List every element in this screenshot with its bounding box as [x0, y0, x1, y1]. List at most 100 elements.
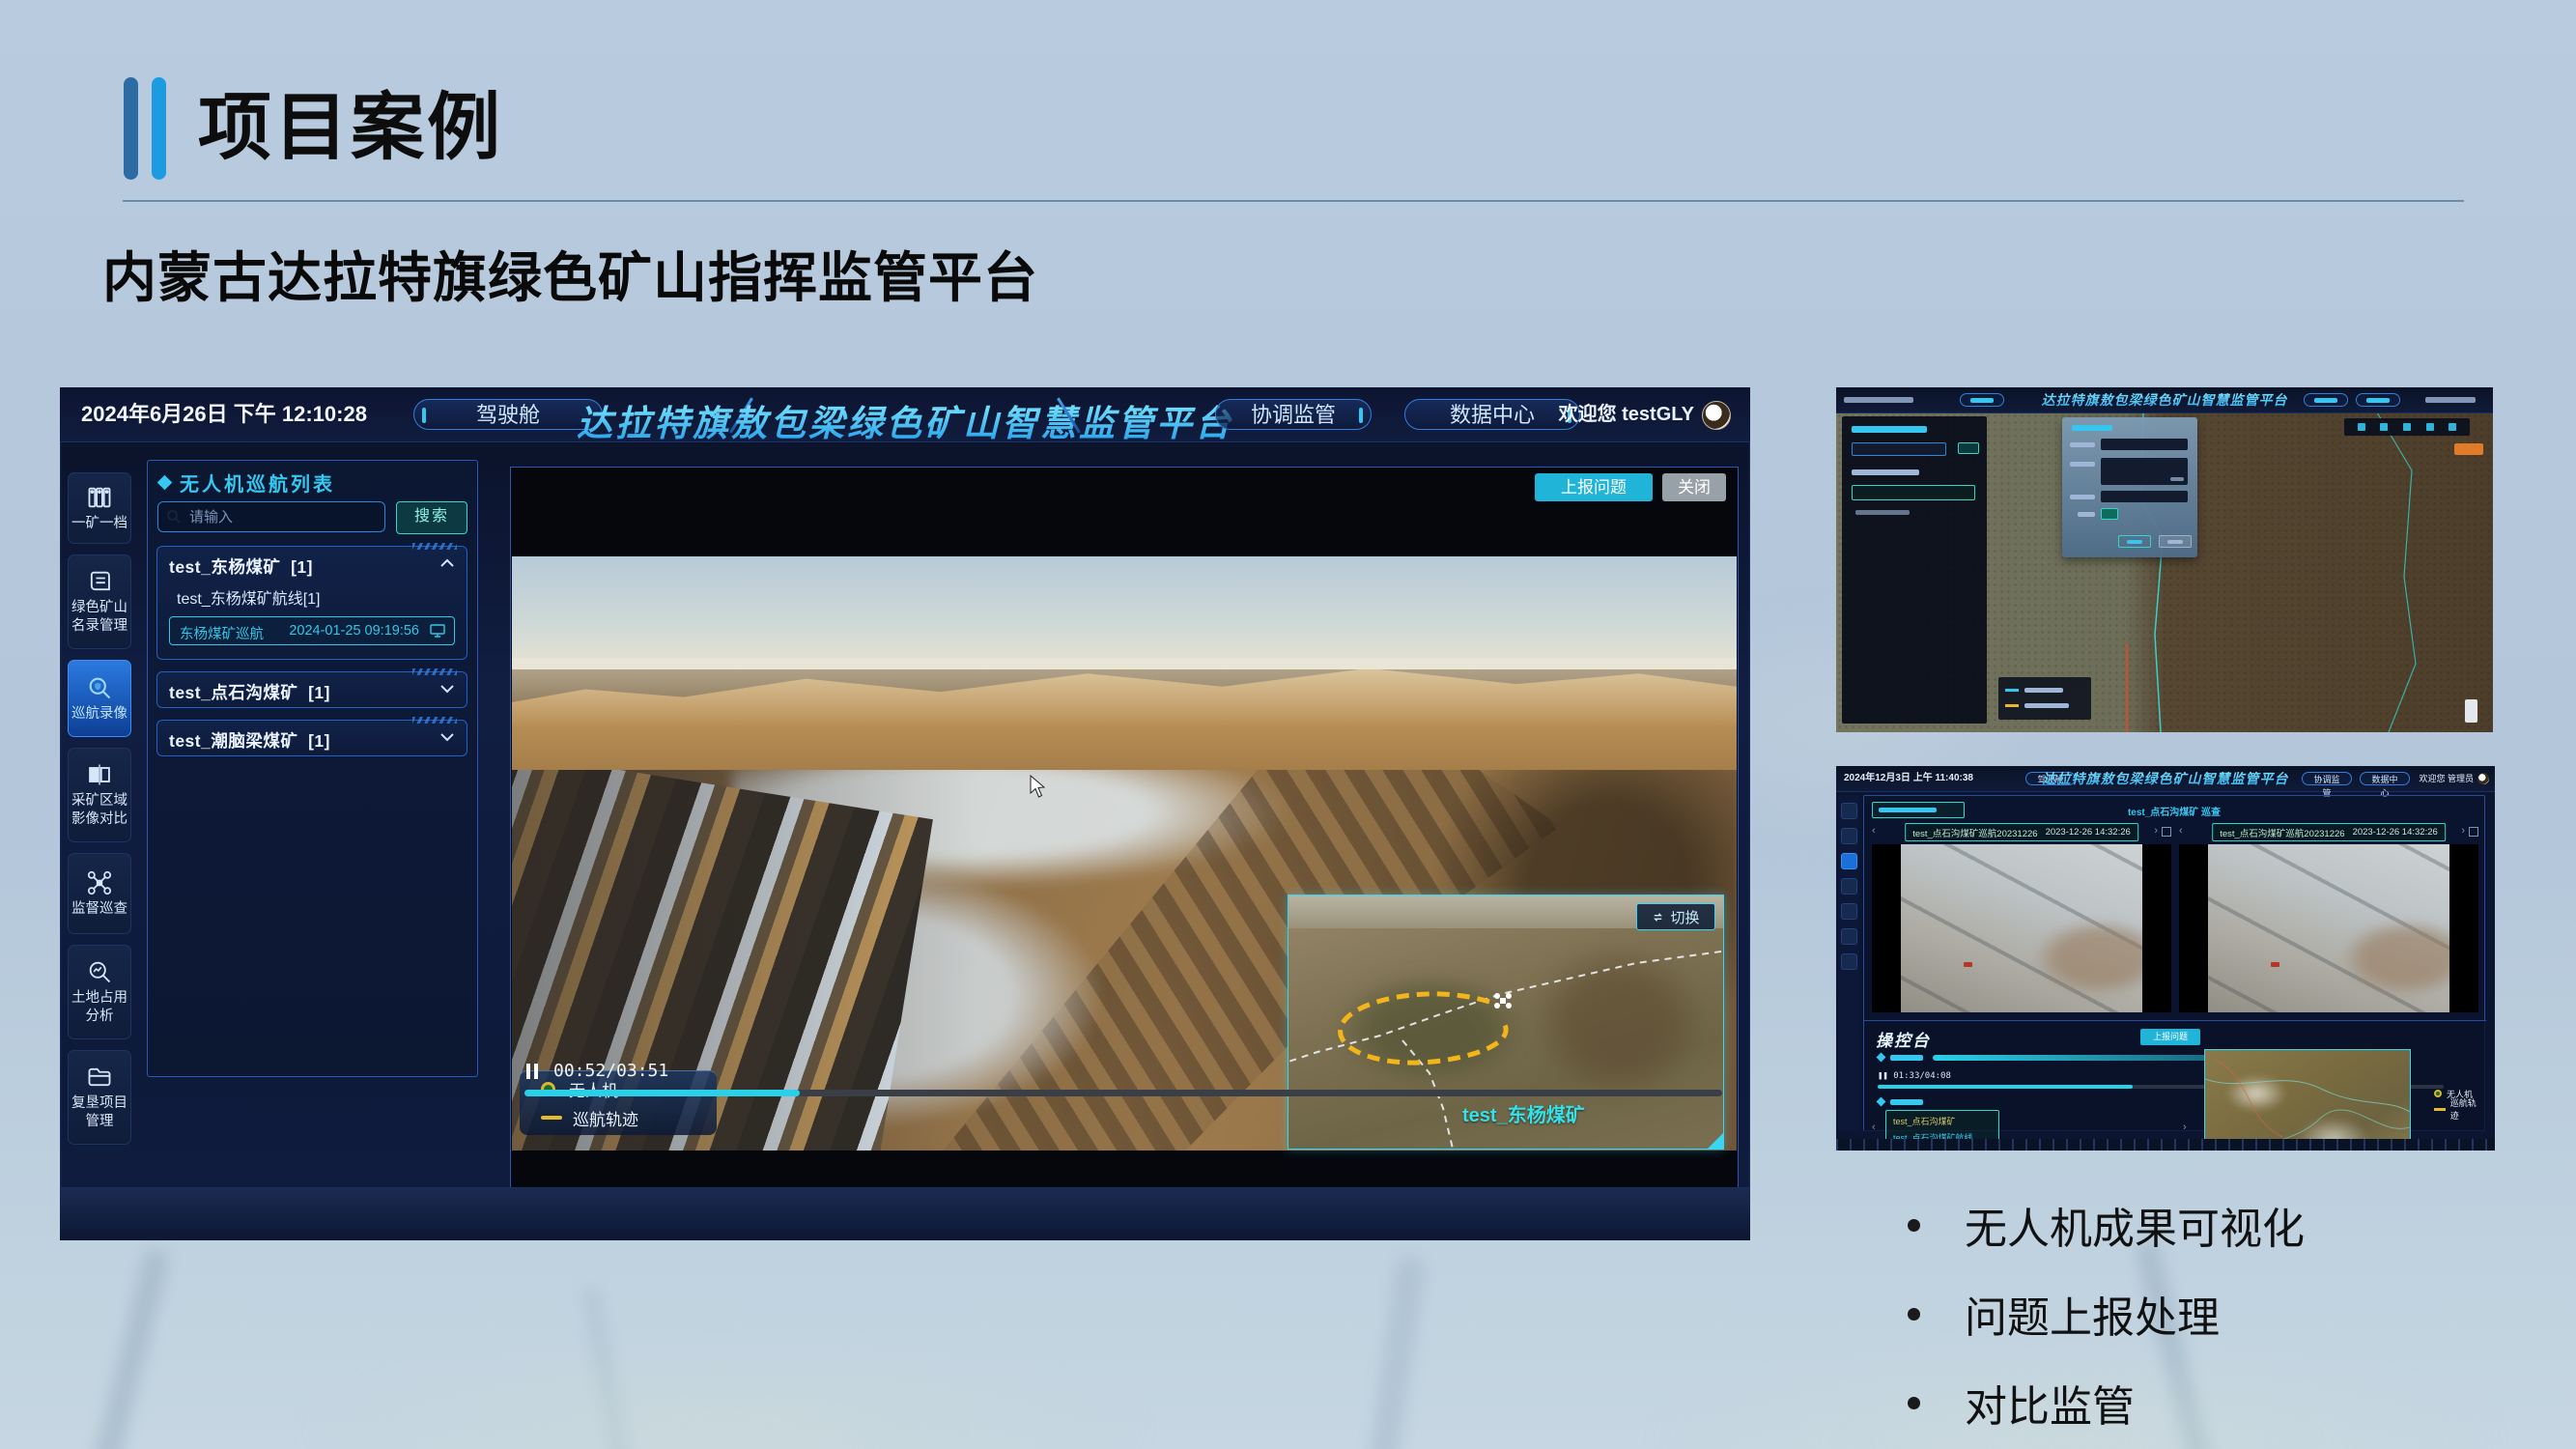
red-boundary-line: [2126, 644, 2128, 732]
report-issue-button[interactable]: 上报问题: [1535, 473, 1653, 501]
sidebar-item-reclamation[interactable]: 复垦项目管理: [68, 1050, 131, 1145]
monitor-icon[interactable]: [429, 622, 446, 639]
sidebar-item-land-analysis[interactable]: 土地占用分析: [68, 945, 131, 1039]
title-divider: [123, 200, 2464, 202]
thumb-cockpit-button: [1960, 393, 2004, 407]
drone-icon: [86, 869, 113, 896]
excavator-dot: [2271, 962, 2279, 967]
thumb-datetime: 2024年12月3日 上午 11:40:38: [1844, 766, 1973, 791]
pause-icon[interactable]: [526, 1064, 538, 1079]
video-frame: [2179, 844, 2478, 1012]
background-blob: [290, 1333, 1159, 1449]
thumb-data-center-button: 数据中心: [2360, 772, 2410, 785]
thumb-header: 2024年12月3日 上午 11:40:38 驾驶舱 达拉特旗敖包梁绿色矿山智慧…: [1836, 766, 2495, 792]
track-line-icon: [2434, 1108, 2446, 1111]
minimap-drone-icon: [1494, 993, 1512, 1009]
clip-chip: test_点石沟煤矿巡航20231226 2023-12-26 14:32:26: [2212, 823, 2446, 841]
diamond-icon: [157, 475, 173, 491]
sidebar-item-supervision-patrol[interactable]: 监督巡查: [68, 853, 131, 934]
dashboard-header: 2024年6月26日 下午 12:10:28 驾驶舱 达拉特旗敖包梁绿色矿山智慧…: [60, 387, 1750, 442]
dashboard-sidebar: 一矿一档 绿色矿山名录管理 巡航录像 采矿区域影像对比 监督巡查 土地占用分析: [68, 472, 131, 1145]
route-row[interactable]: test_东杨煤矿航线[1]: [177, 585, 338, 609]
minimap-mine-label: test_东杨煤矿: [1462, 1099, 1585, 1127]
pill-tick: [422, 408, 426, 423]
close-button[interactable]: 关闭: [1662, 473, 1726, 501]
thumb-nav-pill: [2304, 393, 2348, 407]
folder-icon: [86, 1064, 113, 1091]
panel-title: 无人机巡航列表: [159, 469, 335, 497]
thumb-sidebar: [1838, 795, 1859, 1131]
main-dashboard: 2024年6月26日 下午 12:10:28 驾驶舱 达拉特旗敖包梁绿色矿山智慧…: [60, 387, 1750, 1240]
diamond-icon: [1877, 1053, 1886, 1063]
thumb-left-panel: [1842, 416, 1987, 724]
thumb-minimap: [2204, 1049, 2411, 1151]
video-progress-bar[interactable]: [524, 1090, 1722, 1096]
search-input[interactable]: [157, 501, 385, 532]
thumb-coordination-button: 协调监管: [2302, 772, 2352, 785]
background-stem: [1365, 1255, 1426, 1449]
thumb-footer-ticks: [1836, 1139, 2495, 1151]
sidebar-item-image-compare[interactable]: 采矿区域影像对比: [68, 748, 131, 842]
thumb-avatar: [2477, 773, 2489, 784]
bullet-item: 问题上报处理: [1908, 1269, 2305, 1358]
chevron-up-icon[interactable]: [439, 557, 455, 569]
thumb-report-button: 上报问题: [2140, 1029, 2200, 1045]
compare-center-label: test_点石沟煤矿 巡查: [2128, 804, 2221, 818]
video-frame: [1872, 844, 2171, 1012]
switch-view-button[interactable]: 切换: [1636, 903, 1715, 930]
thumb-header: 达拉特旗敖包梁绿色矿山智慧监管平台: [1836, 387, 2493, 413]
video-progress-fill: [524, 1090, 800, 1096]
sidebar-item-mine-archive[interactable]: 一矿一档: [68, 472, 131, 544]
bullet-item: 对比监管: [1908, 1358, 2305, 1447]
coordination-button[interactable]: 协调监管: [1215, 399, 1372, 430]
sidebar-item-cruise-video[interactable]: 巡航录像: [68, 660, 131, 737]
page-title: 内蒙古达拉特旗绿色矿山指挥监管平台: [102, 235, 1038, 313]
thumb-main-panel: test_点石沟煤矿 巡查 ‹ test_点石沟煤矿巡航20231226 202…: [1863, 795, 2485, 1131]
cruise-search-icon: [86, 674, 113, 701]
minimap[interactable]: 切换 test_东杨煤矿: [1288, 895, 1724, 1150]
console-title: 操控台: [1876, 1027, 1931, 1051]
background-stem: [86, 1247, 171, 1449]
scroll-icon: [86, 568, 113, 595]
zoom-widget: [2465, 699, 2477, 723]
cockpit-button[interactable]: 驾驶舱: [413, 399, 603, 430]
horizon-haze: [512, 658, 1737, 729]
report-dialog: [2062, 417, 2197, 557]
thumb-playback-time: ❚❚ 01:33/04:08: [1878, 1071, 1951, 1081]
bullet-dot: [1908, 1219, 1920, 1232]
mine-group-collapsed[interactable]: test_点石沟煤矿 [1]: [156, 671, 467, 708]
user-avatar[interactable]: [1702, 401, 1731, 430]
header-datetime: 2024年6月26日 下午 12:10:28: [81, 387, 367, 441]
feature-bullets: 无人机成果可视化 问题上报处理 对比监管: [1908, 1180, 2305, 1447]
compare-mode-chip: [1872, 802, 1965, 818]
thumb-datetime-bar: [1844, 397, 1913, 403]
search-button[interactable]: 搜索: [396, 501, 467, 534]
dashboard-footer: [60, 1187, 1750, 1240]
sidebar-item-green-mine-list[interactable]: 绿色矿山名录管理: [68, 554, 131, 649]
dialog-cancel-button: [2159, 535, 2192, 548]
track-line-icon: [541, 1116, 562, 1120]
title-accent-bar-dark: [124, 77, 138, 180]
drone-dot-icon: [2434, 1090, 2442, 1097]
mine-group-expanded: test_东杨煤矿 [1] test_东杨煤矿航线[1] 东杨煤矿巡航 2024…: [156, 546, 467, 660]
switch-icon: [1652, 911, 1664, 923]
upload-chip: [2101, 508, 2118, 520]
chevron-down-icon[interactable]: [439, 731, 455, 743]
pill-tick: [1359, 408, 1363, 423]
group-header[interactable]: test_东杨煤矿 [1]: [157, 547, 467, 582]
chevron-down-icon[interactable]: [439, 683, 455, 695]
dialog-confirm-button: [2118, 535, 2151, 548]
minimap-corner-accent: [1708, 1133, 1723, 1149]
excavator-dot: [1964, 962, 1972, 967]
title-accent-bar-light: [152, 77, 166, 180]
land-analysis-icon: [86, 958, 113, 985]
cruise-record-row[interactable]: 东杨煤矿巡航 2024-01-25 09:19:56: [169, 616, 455, 645]
data-center-button[interactable]: 数据中心: [1404, 399, 1580, 430]
archive-icon: [86, 484, 113, 511]
thumb-minimap-roads: [2205, 1050, 2410, 1151]
bullet-dot: [1908, 1397, 1920, 1409]
map-action-chip: [2454, 443, 2483, 455]
thumbnail-map-report: 达拉特旗敖包梁绿色矿山智慧监管平台: [1836, 387, 2493, 732]
clip-chip: test_点石沟煤矿巡航20231226 2023-12-26 14:32:26: [1905, 823, 2138, 841]
mine-group-collapsed[interactable]: test_潮脑梁煤矿 [1]: [156, 720, 467, 756]
